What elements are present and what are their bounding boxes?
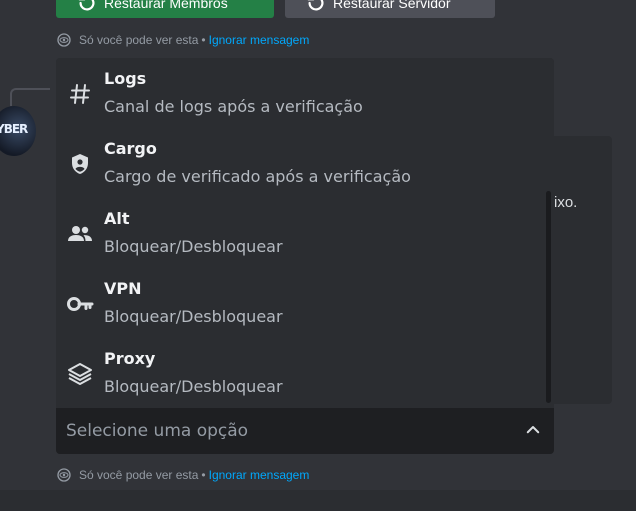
restore-icon xyxy=(307,0,324,11)
eye-icon xyxy=(57,468,71,482)
scrollbar-thumb[interactable] xyxy=(546,191,551,403)
option-cargo[interactable]: Cargo Cargo de verificado após a verific… xyxy=(56,128,546,198)
option-proxy[interactable]: Proxy Bloquear/Desbloquear xyxy=(56,338,546,408)
ephemeral-note: Só você pode ver esta • Ignorar mensagem xyxy=(56,466,309,484)
ephemeral-note: Só você pode ver esta • Ignorar mensagem xyxy=(56,31,309,49)
ephemeral-separator: • xyxy=(201,33,206,47)
avatar[interactable]: YBER xyxy=(0,106,36,156)
option-title: Proxy xyxy=(104,349,156,368)
select-input[interactable]: Selecione uma opção xyxy=(56,408,554,454)
option-title: Logs xyxy=(104,69,147,88)
restore-members-button[interactable]: Restaurar Membros xyxy=(56,0,274,18)
option-description: Bloquear/Desbloquear xyxy=(104,307,283,326)
ephemeral-text: Só você pode ver esta xyxy=(79,468,199,482)
option-description: Canal de logs após a verificação xyxy=(104,97,363,116)
select-placeholder: Selecione uma opção xyxy=(66,421,249,441)
ephemeral-text: Só você pode ver esta xyxy=(79,33,199,47)
hashtag-icon xyxy=(66,80,94,108)
option-description: Bloquear/Desbloquear xyxy=(104,377,283,396)
chevron-up-icon xyxy=(526,426,540,434)
option-description: Bloquear/Desbloquear xyxy=(104,237,283,256)
option-title: Cargo xyxy=(104,139,157,158)
option-alt[interactable]: Alt Bloquear/Desbloquear xyxy=(56,198,546,268)
options-list: Logs Canal de logs após a verificação Ca… xyxy=(56,58,554,408)
shield-user-icon xyxy=(66,150,94,178)
option-vpn[interactable]: VPN Bloquear/Desbloquear xyxy=(56,268,546,338)
restore-server-label: Restaurar Servidor xyxy=(333,0,451,11)
users-icon xyxy=(66,220,94,248)
restore-server-button[interactable]: Restaurar Servidor xyxy=(285,0,495,18)
option-title: Alt xyxy=(104,209,130,228)
option-logs[interactable]: Logs Canal de logs após a verificação xyxy=(56,58,546,128)
bottom-strip xyxy=(0,490,636,511)
restore-members-label: Restaurar Membros xyxy=(104,0,228,11)
embed-text: ixo. xyxy=(554,194,578,211)
key-icon xyxy=(66,290,94,318)
ephemeral-separator: • xyxy=(201,468,206,482)
option-description: Cargo de verificado após a verificação xyxy=(104,167,411,186)
avatar-text: YBER xyxy=(0,122,28,136)
layers-icon xyxy=(66,360,94,388)
eye-icon xyxy=(57,33,71,47)
dismiss-message-link[interactable]: Ignorar mensagem xyxy=(209,468,310,482)
select-menu-dropdown: Logs Canal de logs após a verificação Ca… xyxy=(56,58,554,454)
option-title: VPN xyxy=(104,279,142,298)
restore-icon xyxy=(78,0,95,11)
reply-connector xyxy=(10,88,50,106)
dismiss-message-link[interactable]: Ignorar mensagem xyxy=(209,33,310,47)
